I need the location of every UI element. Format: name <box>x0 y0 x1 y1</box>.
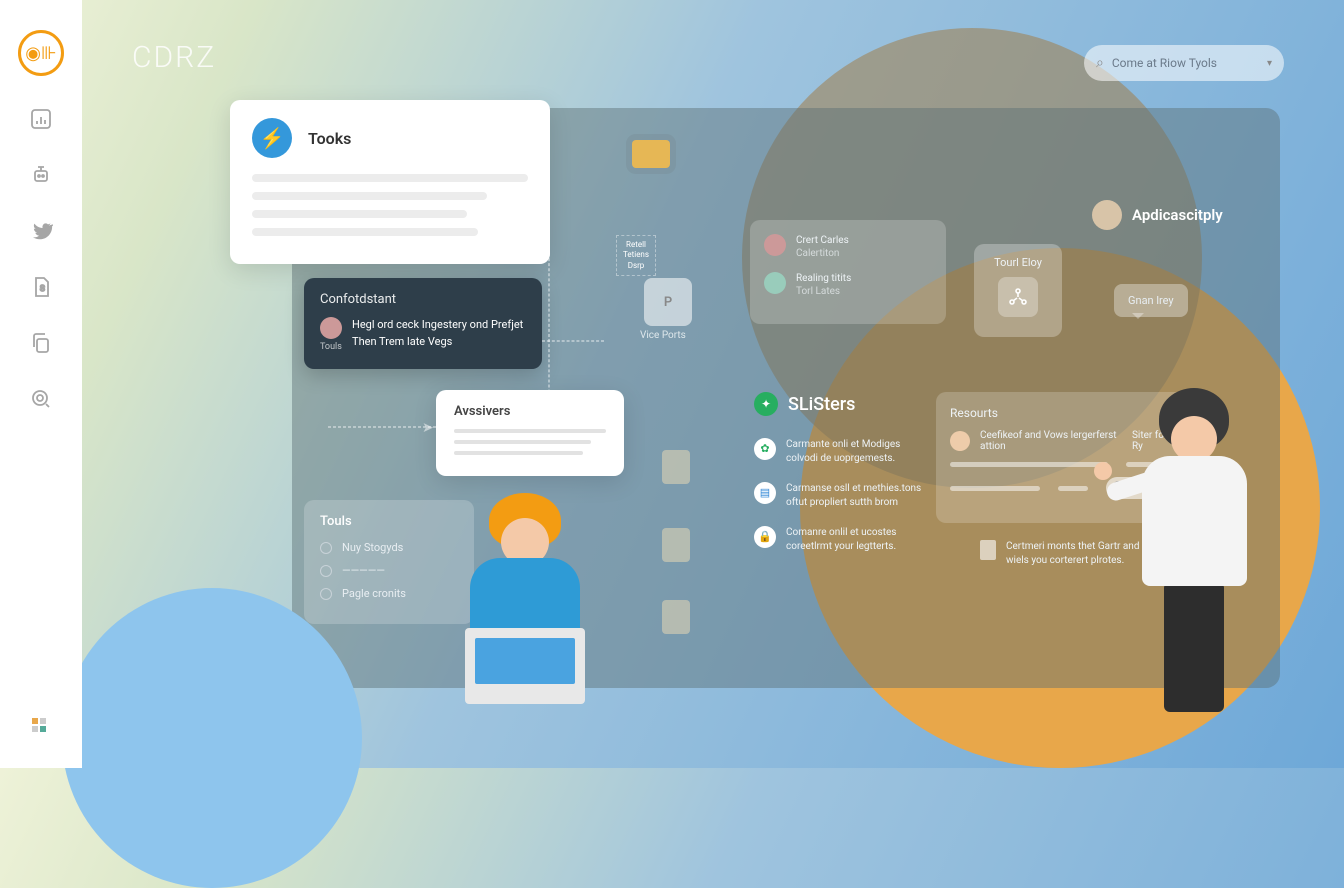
progress-bar <box>1058 486 1088 491</box>
retell-box: Retell Tetiens Dsrp <box>606 225 666 286</box>
susters-header: ✦SLiSters <box>754 392 855 416</box>
copy-icon[interactable] <box>28 330 54 356</box>
main: CDRZ ⌕ Come at Riow Tyols ▾ ⚡ Tooks Conf… <box>82 0 1344 768</box>
placeholder-line <box>252 174 528 182</box>
list-item[interactable]: Nuy Stogyds <box>320 541 458 554</box>
doc-icon <box>662 450 690 484</box>
list-item[interactable]: Pagle cronits <box>320 587 458 600</box>
avatar <box>320 317 342 339</box>
decor-blob <box>62 588 362 888</box>
file-icon: ▤ <box>754 482 776 504</box>
chevron-down-icon: ▾ <box>1267 58 1272 69</box>
lock-icon: 🔒 <box>754 526 776 548</box>
search-icon: ⌕ <box>1096 55 1104 71</box>
tools-list: Touls Nuy Stogyds ————— Pagle cronits <box>304 500 474 624</box>
sidebar: ◉⊪ S <box>0 0 82 768</box>
grid-icon[interactable] <box>28 712 54 738</box>
p-box[interactable]: P <box>644 278 692 326</box>
compass-icon: ✦ <box>754 392 778 416</box>
app-logo: ◉⊪ <box>18 30 64 76</box>
placeholder-line <box>252 192 487 200</box>
card-title: Avssivers <box>454 404 606 419</box>
search-box[interactable]: ⌕ Come at Riow Tyols ▾ <box>1084 45 1284 81</box>
radio-icon <box>320 588 332 600</box>
connector-line <box>328 426 436 428</box>
progress-bar <box>950 462 1108 467</box>
illustration-person-right <box>1124 388 1264 718</box>
svg-text:S: S <box>40 284 45 293</box>
doc-icon <box>662 600 690 634</box>
chart-icon[interactable] <box>28 106 54 132</box>
doc-icon[interactable]: S <box>28 274 54 300</box>
avatar-label: Touls <box>320 341 342 355</box>
leaf-icon: ✿ <box>754 438 776 460</box>
placeholder-line <box>454 440 591 444</box>
tools-title: Tooks <box>308 129 351 148</box>
confidstant-card[interactable]: Confotdstant Touls Hegl ord ceck Ingeste… <box>304 278 542 369</box>
card-title: Tourl Eloy <box>986 256 1050 269</box>
network-icon <box>998 277 1038 317</box>
connector-line <box>542 340 604 342</box>
tools-card[interactable]: ⚡ Tooks <box>230 100 550 264</box>
zoom-icon[interactable] <box>28 386 54 412</box>
list-item[interactable]: ▤Carmanse osll et methies.tons oftut pro… <box>754 482 924 510</box>
arrow-icon: ➤ <box>422 420 434 436</box>
folder-icon <box>632 140 670 168</box>
list-item[interactable]: 🔒Comanre onlil et ucostes coreetlrmt you… <box>754 526 924 554</box>
twitter-icon[interactable] <box>28 218 54 244</box>
p-label: Vice Ports <box>640 330 686 341</box>
toolbox-card[interactable]: Tourl Eloy <box>974 244 1062 337</box>
placeholder-line <box>454 451 583 455</box>
avatar <box>764 234 786 256</box>
connector-line <box>548 248 550 428</box>
list-item[interactable]: ✿Carmante onli et Modiges colvodi de uop… <box>754 438 924 466</box>
radio-icon <box>320 542 332 554</box>
illustration-person-left <box>450 493 600 763</box>
person-row[interactable]: Crert CarlesCalertiton <box>764 234 932 260</box>
card-text: Hegl ord ceck Ingestery ond Prefjet Then… <box>352 317 526 355</box>
list-item[interactable]: ————— <box>320 564 458 577</box>
list-title: Touls <box>320 514 458 529</box>
radio-icon <box>320 565 332 577</box>
avatar <box>950 431 970 451</box>
bolt-icon: ⚡ <box>252 118 292 158</box>
avatar <box>764 272 786 294</box>
person-row[interactable]: Realing tititsTorl Lates <box>764 272 932 298</box>
search-placeholder: Come at Riow Tyols <box>1112 56 1259 70</box>
speech-bubble[interactable]: Gnan lrey <box>1114 284 1188 317</box>
placeholder-line <box>252 210 467 218</box>
card-title: Confotdstant <box>320 292 526 307</box>
progress-bar <box>950 486 1040 491</box>
page-icon <box>980 540 996 560</box>
placeholder-line <box>454 429 606 433</box>
avatar <box>1092 200 1122 230</box>
robot-icon[interactable] <box>28 162 54 188</box>
susters-list: ✿Carmante onli et Modiges colvodi de uop… <box>754 438 924 570</box>
apdic-user[interactable]: Apdicascitply <box>1092 200 1223 230</box>
people-card: Crert CarlesCalertiton Realing tititsTor… <box>750 220 946 324</box>
answers-card[interactable]: Avssivers <box>436 390 624 476</box>
doc-icon <box>662 528 690 562</box>
placeholder-line <box>252 228 478 236</box>
